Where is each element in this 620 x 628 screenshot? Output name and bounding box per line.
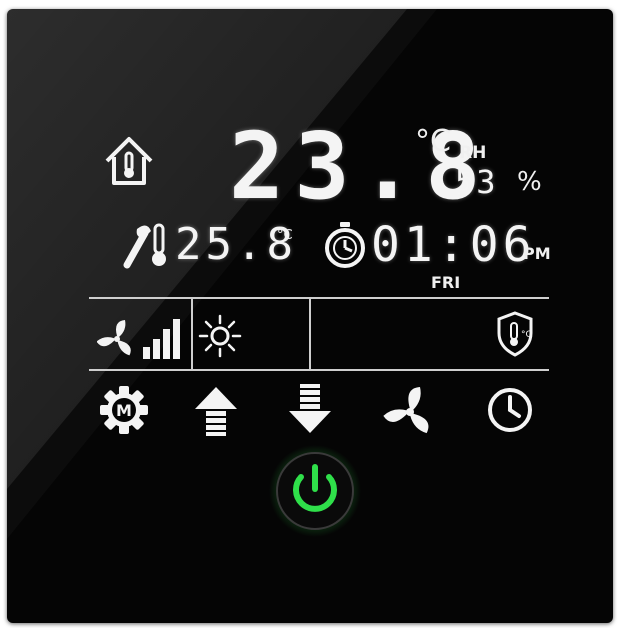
setpoint-unit: °C <box>277 228 293 243</box>
fan-icon <box>383 387 429 434</box>
status-divider-bottom <box>89 369 549 371</box>
clock-time: 01:06 <box>371 217 536 273</box>
svg-text:°C: °C <box>521 330 532 340</box>
gear-m-icon: M <box>100 386 148 434</box>
fan-speed-bar-2 <box>153 339 160 359</box>
fan-speed-bar-4 <box>173 319 180 359</box>
humidity-value: 53 <box>455 163 498 201</box>
mode-gear-button[interactable]: M <box>97 383 151 437</box>
house-thermometer-icon <box>105 137 153 185</box>
status-divider-1 <box>191 299 193 369</box>
humidity-label: RH <box>459 143 487 163</box>
timer-button[interactable] <box>485 385 535 435</box>
clock-day: FRI <box>431 273 461 292</box>
fan-button[interactable] <box>383 383 437 437</box>
indoor-temperature-unit: °C <box>415 124 451 159</box>
indoor-temperature: 23.8 <box>229 113 491 220</box>
status-divider-top <box>89 297 549 299</box>
arrow-up-icon <box>195 387 237 436</box>
power-button[interactable] <box>267 443 363 539</box>
clock-icon <box>488 388 532 432</box>
temp-down-button[interactable] <box>287 383 333 435</box>
humidity-unit: % <box>517 167 542 197</box>
status-divider-2 <box>309 299 311 369</box>
svg-text:M: M <box>116 401 132 420</box>
wrench-thermometer-icon <box>123 223 166 269</box>
power-icon <box>269 445 361 537</box>
fan-speed-bar-1 <box>143 347 150 359</box>
fan-speed-icon <box>97 319 180 359</box>
heating-sun-icon <box>198 314 242 358</box>
arrow-down-icon <box>289 384 331 433</box>
thermostat-panel: 23.8 °C RH 53 % 25.8 °C 01:06 PM FRI °C … <box>7 9 613 623</box>
fan-speed-bar-3 <box>163 329 170 359</box>
stopwatch-icon <box>325 222 365 268</box>
thermometer-shield-icon: °C <box>497 311 533 357</box>
clock-ampm: PM <box>523 244 551 263</box>
temp-up-button[interactable] <box>193 385 239 437</box>
